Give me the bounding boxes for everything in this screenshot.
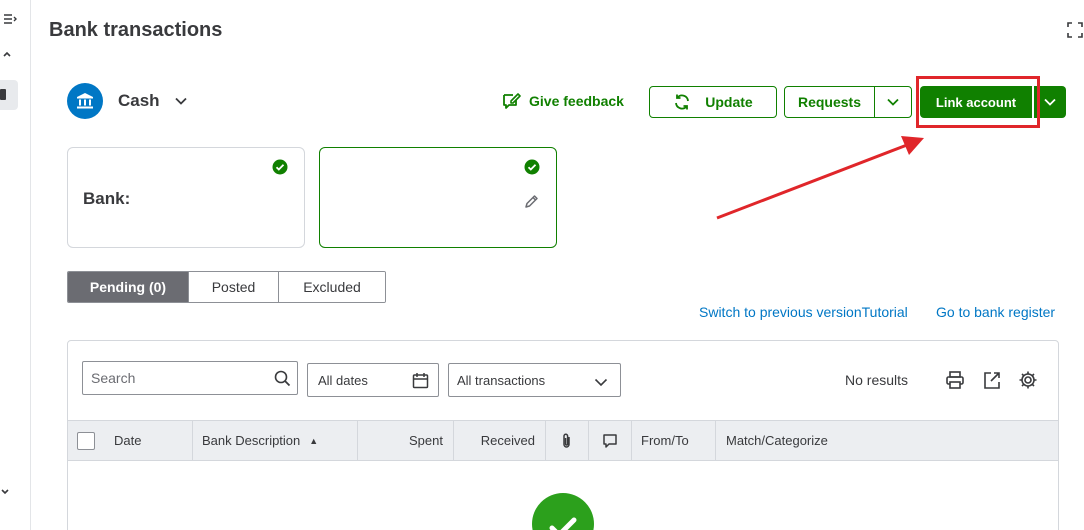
requests-split-button[interactable]: Requests: [784, 86, 912, 118]
feedback-icon: [503, 93, 521, 109]
chevron-up-icon[interactable]: [2, 48, 12, 62]
column-received-label: Received: [480, 433, 535, 448]
column-date[interactable]: Date: [104, 421, 193, 460]
tab-posted[interactable]: Posted: [189, 272, 279, 302]
check-icon: [549, 517, 577, 530]
date-filter-value: All dates: [318, 372, 368, 388]
tab-excluded[interactable]: Excluded: [279, 272, 385, 302]
requests-button[interactable]: Requests: [785, 87, 875, 117]
bank-icon: [67, 83, 103, 119]
give-feedback-link[interactable]: Give feedback: [501, 91, 624, 111]
menu-icon[interactable]: [3, 12, 17, 29]
column-match-label: Match/Categorize: [726, 433, 828, 448]
transactions-table-panel: All dates All transactions No results Da…: [67, 340, 1059, 530]
expand-icon[interactable]: [1067, 22, 1083, 38]
switch-version-link[interactable]: Switch to previous versionTutorial: [699, 304, 908, 320]
bank-register-link[interactable]: Go to bank register: [936, 304, 1055, 320]
update-button[interactable]: Update: [649, 86, 777, 118]
account-selector[interactable]: Cash: [67, 83, 188, 119]
export-icon[interactable]: [982, 370, 1002, 390]
column-match-categorize[interactable]: Match/Categorize: [716, 421, 1058, 460]
transaction-status-tabs: Pending (0) Posted Excluded: [67, 271, 386, 303]
column-spent[interactable]: Spent: [358, 421, 454, 460]
chevron-down-icon[interactable]: [0, 486, 10, 500]
column-bank-description[interactable]: Bank Description ▲: [193, 421, 358, 460]
column-spent-label: Spent: [409, 433, 443, 448]
feedback-label: Give feedback: [529, 93, 624, 109]
column-from-to[interactable]: From/To: [632, 421, 716, 460]
transaction-type-select[interactable]: All transactions: [448, 363, 621, 397]
column-description-label: Bank Description: [202, 433, 301, 448]
search-box[interactable]: [82, 361, 298, 395]
page-title: Bank transactions: [49, 19, 223, 41]
column-fromto-label: From/To: [641, 433, 689, 448]
chevron-down-icon[interactable]: [174, 94, 188, 108]
date-filter-select[interactable]: All dates: [307, 363, 439, 397]
chevron-down-icon: [594, 378, 608, 387]
column-date-label: Date: [114, 433, 142, 448]
results-count: No results: [845, 372, 909, 388]
print-icon[interactable]: [945, 370, 965, 390]
account-name[interactable]: Cash: [118, 91, 160, 111]
annotation-highlight-box: [916, 76, 1040, 128]
sort-ascending-icon: ▲: [309, 435, 319, 446]
gear-icon[interactable]: [1018, 370, 1038, 390]
type-filter-value: All transactions: [457, 372, 546, 388]
chevron-down-icon: [1044, 98, 1056, 106]
update-label: Update: [705, 94, 753, 110]
table-header: Date Bank Description ▲ Spent Received Fr…: [68, 420, 1058, 461]
tab-pending[interactable]: Pending (0): [68, 272, 189, 302]
check-icon: [272, 159, 288, 175]
column-received[interactable]: Received: [454, 421, 546, 460]
search-icon[interactable]: [274, 370, 291, 387]
comment-icon: [603, 433, 617, 448]
column-comments: [589, 421, 632, 460]
paperclip-icon: [563, 432, 570, 448]
qb-balance-card[interactable]: [319, 147, 557, 248]
bank-balance-card[interactable]: Bank:: [67, 147, 305, 248]
column-attachments: [546, 421, 589, 460]
refresh-icon: [675, 94, 690, 110]
requests-dropdown-button[interactable]: [875, 87, 911, 117]
rail-tab-icon: [0, 89, 6, 100]
calendar-icon: [412, 373, 429, 389]
bank-card-label: Bank:: [83, 189, 131, 208]
search-input[interactable]: [83, 362, 263, 394]
check-icon: [524, 159, 540, 175]
select-all-checkbox[interactable]: [77, 431, 95, 450]
chevron-down-icon: [887, 98, 899, 106]
left-rail: [0, 0, 31, 530]
pencil-icon[interactable]: [523, 194, 539, 210]
select-all-cell: [68, 421, 104, 460]
